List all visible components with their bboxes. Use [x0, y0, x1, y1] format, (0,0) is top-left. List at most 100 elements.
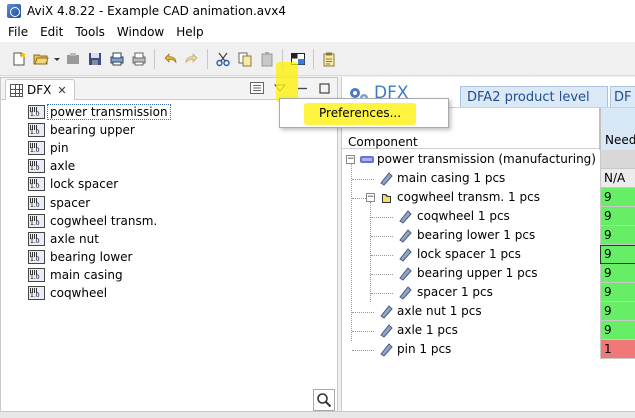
- collapse-icon[interactable]: −: [346, 155, 355, 164]
- cut-button[interactable]: [212, 48, 234, 70]
- part-icon: [28, 195, 45, 210]
- parts-list: power transmission bearing upper pin axl…: [28, 103, 171, 302]
- list-item[interactable]: lock spacer: [28, 175, 171, 193]
- tab-dfx-label: DFX: [27, 83, 52, 97]
- assembly-icon: [360, 156, 374, 163]
- table-row[interactable]: axle nut 1 pcs 9: [342, 302, 635, 321]
- subassembly-icon: [382, 194, 391, 203]
- part-icon: [399, 267, 412, 281]
- part-icon: [399, 286, 412, 300]
- table-row[interactable]: bearing upper 1 pcs 9: [342, 264, 635, 283]
- menu-file[interactable]: File: [0, 22, 34, 42]
- dropdown-button[interactable]: [52, 48, 62, 70]
- need-cell[interactable]: N/A: [600, 169, 635, 188]
- tab-df[interactable]: DF: [610, 86, 635, 107]
- highlight-mark: [276, 62, 298, 102]
- table-row[interactable]: − cogwheel transm. 1 pcs 9: [342, 188, 635, 207]
- main-toolbar: [0, 42, 635, 76]
- close-icon[interactable]: ✕: [57, 84, 66, 97]
- undo-button[interactable]: [159, 48, 181, 70]
- table-row[interactable]: pin 1 pcs 1: [342, 340, 635, 359]
- table-row[interactable]: main casing 1 pcs N/A: [342, 169, 635, 188]
- search-button[interactable]: [313, 389, 335, 411]
- need-cell[interactable]: 9: [600, 264, 635, 283]
- save-button[interactable]: [84, 48, 106, 70]
- app-icon: [7, 4, 21, 18]
- print-button[interactable]: [128, 48, 150, 70]
- open-button[interactable]: [30, 48, 52, 70]
- list-item[interactable]: axle nut: [28, 230, 171, 248]
- need-cell[interactable]: 9: [600, 245, 635, 264]
- need-cell[interactable]: 9: [600, 188, 635, 207]
- list-item[interactable]: coqwheel: [28, 284, 171, 302]
- menu-edit[interactable]: Edit: [34, 22, 69, 42]
- need-cell[interactable]: 9: [600, 226, 635, 245]
- need-cell[interactable]: 9: [600, 321, 635, 340]
- list-item[interactable]: spacer: [28, 193, 171, 211]
- table-row[interactable]: − power transmission (manufacturing): [342, 150, 635, 169]
- table-row[interactable]: axle 1 pcs 9: [342, 321, 635, 340]
- need-cell[interactable]: 9: [600, 207, 635, 226]
- tree-line: [352, 179, 374, 180]
- need-cell[interactable]: 9: [600, 302, 635, 321]
- table-row[interactable]: spacer 1 pcs 9: [342, 283, 635, 302]
- view-menu-popup: Preferences...: [279, 98, 449, 128]
- menu-window[interactable]: Window: [111, 22, 170, 42]
- tree-line: [371, 217, 393, 218]
- need-cell[interactable]: 9: [600, 283, 635, 302]
- column-component[interactable]: Component: [348, 135, 418, 149]
- clipboard-icon: [323, 52, 335, 66]
- part-icon: [28, 105, 45, 120]
- tree-line: [352, 198, 366, 199]
- save-icon: [89, 52, 101, 65]
- toolbar-separator: [313, 48, 314, 69]
- column-need[interactable]: Need: [600, 108, 635, 150]
- list-item[interactable]: pin: [28, 139, 171, 157]
- menu-help[interactable]: Help: [170, 22, 209, 42]
- copy-button[interactable]: [234, 48, 256, 70]
- collapse-icon[interactable]: −: [366, 193, 375, 202]
- open-icon: [33, 54, 49, 64]
- list-item[interactable]: bearing lower: [28, 248, 171, 266]
- need-cell[interactable]: 1: [600, 340, 635, 359]
- new-icon: [13, 51, 26, 65]
- disabled-icon: [67, 52, 79, 64]
- list-item[interactable]: main casing: [28, 266, 171, 284]
- table-row[interactable]: lock spacer 1 pcs 9: [342, 245, 635, 264]
- part-icon: [28, 213, 45, 228]
- tab-dfa2-product-level[interactable]: DFA2 product level: [460, 86, 608, 107]
- part-icon: [380, 343, 393, 357]
- redo-button[interactable]: [181, 48, 203, 70]
- list-item[interactable]: axle: [28, 157, 171, 175]
- menu-tools[interactable]: Tools: [69, 22, 111, 42]
- part-icon: [399, 229, 412, 243]
- print-preview-button[interactable]: [106, 48, 128, 70]
- menu-item-preferences[interactable]: Preferences...: [284, 102, 444, 124]
- table-row[interactable]: coqwheel 1 pcs 9: [342, 207, 635, 226]
- paste-button[interactable]: [256, 48, 278, 70]
- need-cell[interactable]: [600, 150, 635, 169]
- disabled-button[interactable]: [62, 48, 84, 70]
- part-icon: [28, 249, 45, 264]
- print-preview-icon: [110, 52, 124, 65]
- title-bar: AviX 4.8.22 - Example CAD animation.avx4: [0, 0, 635, 22]
- clipboard-button[interactable]: [318, 48, 340, 70]
- maximize-button[interactable]: [317, 81, 331, 95]
- cut-icon: [216, 52, 230, 66]
- part-icon: [28, 141, 45, 156]
- tree-line: [371, 255, 393, 256]
- search-icon: [317, 393, 332, 408]
- list-item[interactable]: power transmission: [28, 103, 171, 121]
- table-row[interactable]: bearing lower 1 pcs 9: [342, 226, 635, 245]
- dfx-analysis-panel: DFX DFA2 product level DF Component Need…: [341, 77, 635, 418]
- new-button[interactable]: [8, 48, 30, 70]
- part-icon: [28, 231, 45, 246]
- tree-line: [371, 293, 393, 294]
- tab-dfx[interactable]: DFX ✕: [5, 79, 75, 100]
- window-title: AviX 4.8.22 - Example CAD animation.avx4: [27, 4, 286, 18]
- part-icon: [28, 159, 45, 174]
- list-item[interactable]: bearing upper: [28, 121, 171, 139]
- dfx-parts-panel: DFX ✕ power transmission bearing upper p…: [0, 77, 338, 418]
- list-view-button[interactable]: [250, 81, 264, 95]
- list-item[interactable]: cogwheel transm.: [28, 212, 171, 230]
